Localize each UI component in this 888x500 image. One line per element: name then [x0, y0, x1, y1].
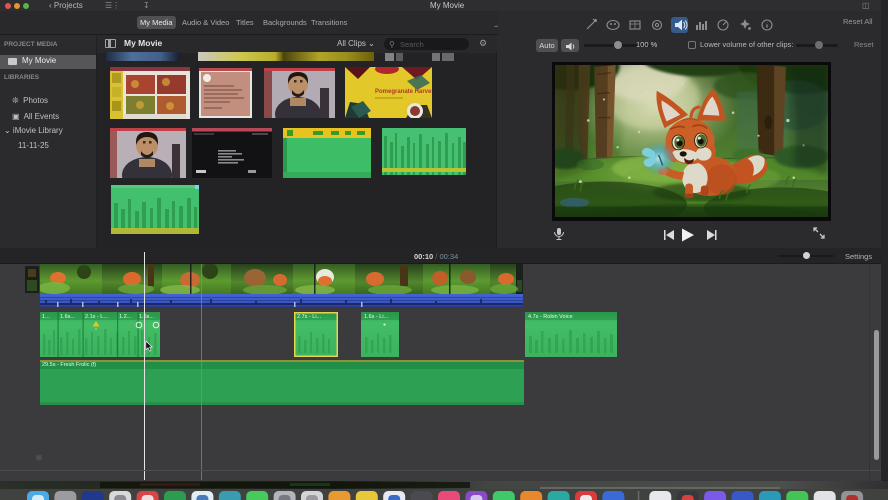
svg-text:1.6s - Li...: 1.6s - Li... [364, 314, 389, 320]
svg-text:4.7s - Robin Voice: 4.7s - Robin Voice [528, 314, 573, 320]
svg-text:2.7s - Li...: 2.7s - Li... [297, 314, 322, 320]
svg-text:Pomegranate Harvest: Pomegranate Harvest [375, 89, 432, 95]
svg-text:1.2...: 1.2... [119, 314, 132, 320]
svg-text:2.1s - L...: 2.1s - L... [85, 314, 108, 320]
svg-text:●: ● [383, 322, 386, 328]
svg-text:1...: 1... [42, 314, 50, 320]
svg-text:1.6s...: 1.6s... [60, 314, 75, 320]
svg-text:1.6s...: 1.6s... [139, 314, 154, 320]
